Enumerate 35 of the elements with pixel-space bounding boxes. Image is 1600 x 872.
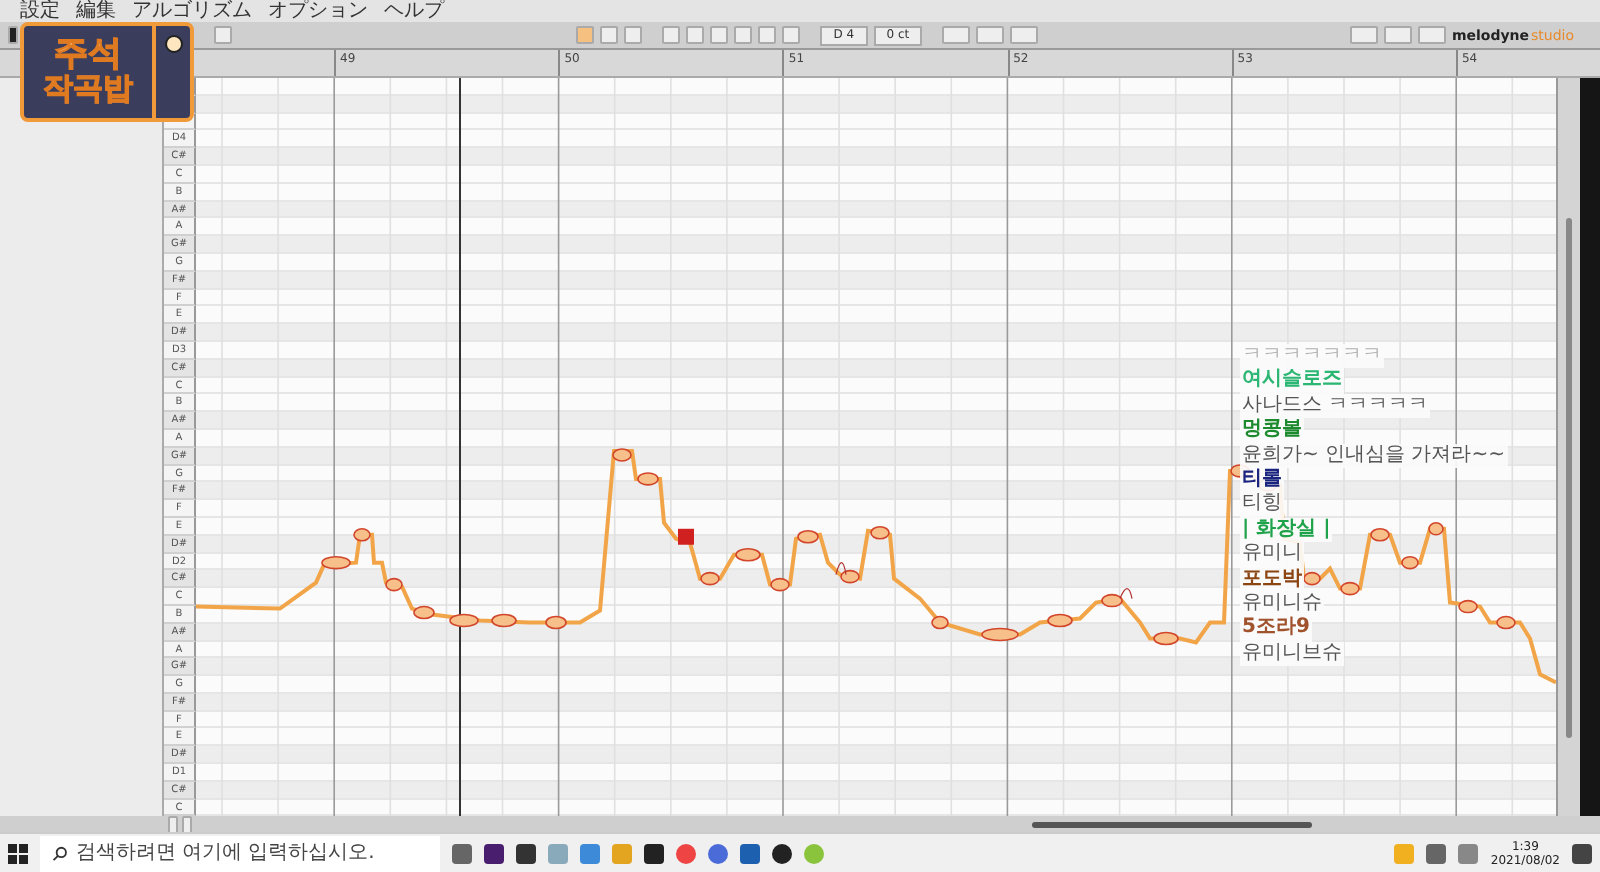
tool-button[interactable] (975, 26, 1004, 44)
chat-username: 5조라9 (1240, 616, 1312, 642)
chat-username: 티롤 (1240, 467, 1284, 493)
chat-message: 티힝 (1240, 492, 1284, 518)
logo-text: 작곡밥 (43, 74, 133, 106)
tool-button[interactable] (214, 26, 232, 44)
logo-text: 주석 (54, 38, 122, 75)
notification-icon[interactable] (1572, 843, 1592, 863)
scrollbar-thumb[interactable] (1566, 218, 1572, 738)
tool-button[interactable] (1349, 26, 1378, 44)
network-icon[interactable] (1426, 843, 1447, 863)
circle-icon (163, 34, 183, 54)
search-field[interactable]: 검색하려면 여기에 입력하십시오. (40, 835, 440, 871)
tool-button[interactable] (1417, 26, 1446, 44)
scrollbar-thumb[interactable] (1032, 821, 1312, 827)
chat-username: 포도박 (1240, 567, 1304, 592)
windows-start-icon[interactable] (8, 843, 28, 863)
chat-icon[interactable] (1394, 843, 1415, 863)
chat-message: 윤희가~ 인내심을 가져라~~ (1240, 443, 1507, 468)
chat-message: 유미니슈 (1240, 591, 1324, 617)
stop-button[interactable] (8, 26, 18, 44)
chat-message: ㅋㅋㅋㅋㅋㅋㅋ (1240, 344, 1384, 369)
tool-button[interactable] (941, 26, 970, 44)
chat-message: 유미니 (1240, 542, 1304, 568)
menu-item[interactable]: アルゴリズム (132, 0, 252, 22)
chat-username: | 화장실 | (1240, 517, 1333, 543)
tool-button[interactable] (1009, 26, 1038, 44)
menu-item[interactable]: 編集 (76, 0, 116, 22)
chat-message: 유미니브슈 (1240, 641, 1344, 667)
chat-username: 여시슬로즈 (1240, 368, 1344, 394)
search-icon (52, 845, 68, 861)
volume-icon[interactable] (1458, 843, 1479, 863)
chat-message: 사나드스 ㅋㅋㅋㅋㅋ (1240, 393, 1431, 419)
tool-button[interactable] (1383, 26, 1412, 44)
chat-username: 멍콩볼 (1240, 418, 1304, 444)
